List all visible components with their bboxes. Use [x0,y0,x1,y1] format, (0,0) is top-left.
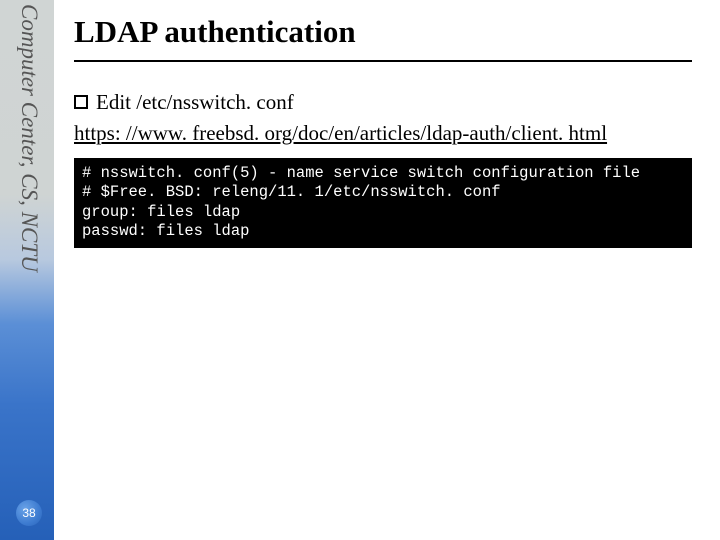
bullet-text-1: Edit /etc/nsswitch. conf [96,90,294,115]
page-number: 38 [22,506,35,520]
page-number-badge: 38 [16,500,42,526]
title-divider [74,60,692,62]
square-bullet-icon [74,95,88,109]
org-name: Computer Center, CS, NCTU [16,4,42,272]
slide-title: LDAP authentication [74,14,712,50]
bullet-item-1: Edit /etc/nsswitch. conf [74,90,712,115]
sidebar: Computer Center, CS, NCTU 38 [0,0,54,540]
reference-link[interactable]: https: //www. freebsd. org/doc/en/articl… [74,121,712,146]
code-block: # nsswitch. conf(5) - name service switc… [74,158,692,248]
slide-content: LDAP authentication Edit /etc/nsswitch. … [74,0,712,540]
